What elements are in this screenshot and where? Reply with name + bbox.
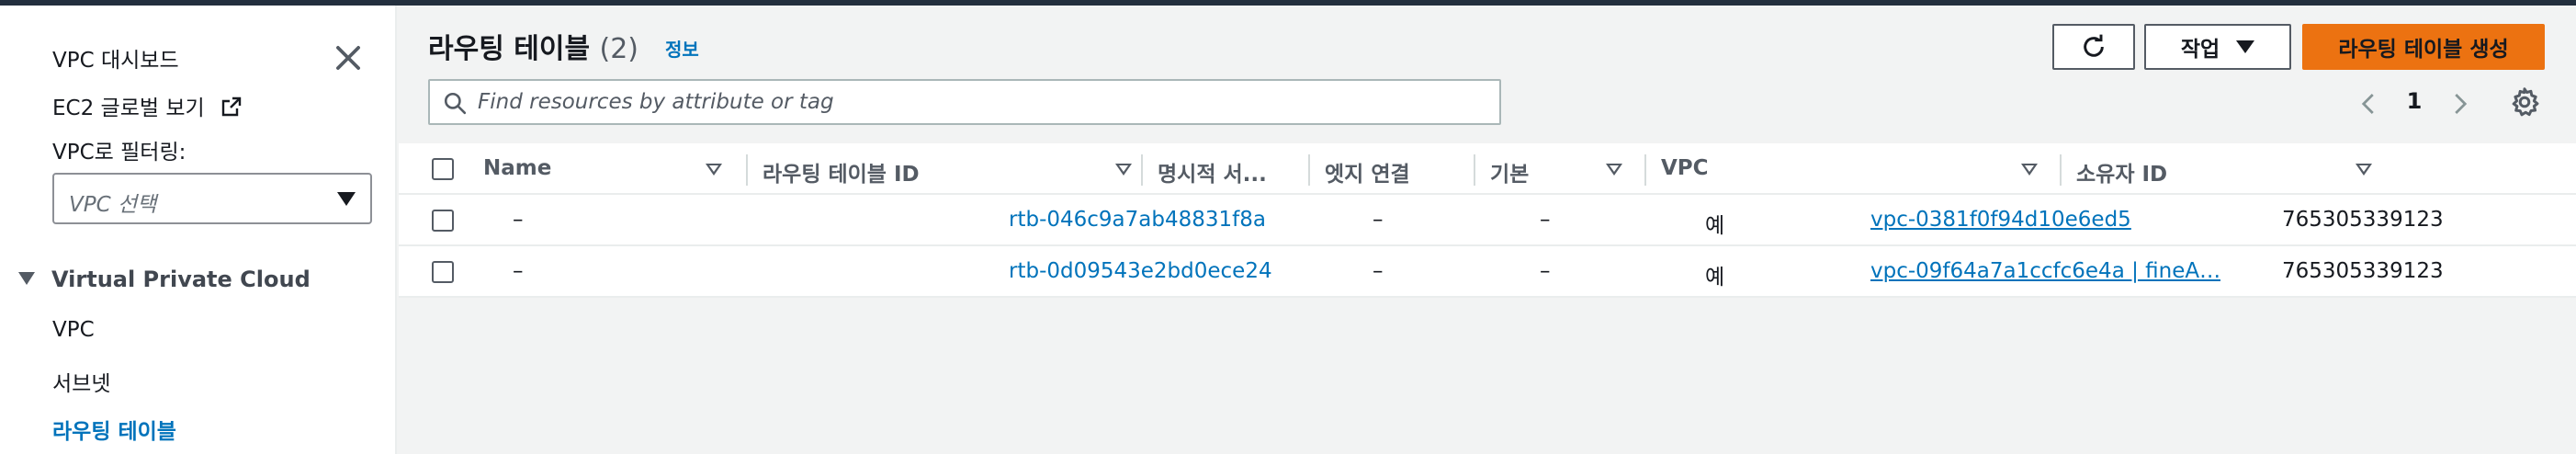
search-field[interactable] <box>428 79 1501 125</box>
row-checkbox[interactable] <box>432 210 454 232</box>
column-header-label: 엣지 연결 <box>1325 163 1410 187</box>
column-header-label: 명시적 서... <box>1158 163 1267 187</box>
search-icon <box>444 92 467 115</box>
cell-edge-association: – <box>1540 208 1551 232</box>
page-title-count: (2) <box>599 33 639 65</box>
vpc-filter-placeholder: VPC 선택 <box>69 193 157 217</box>
refresh-icon <box>2084 34 2104 57</box>
column-header-owner-id[interactable]: 소유자 ID <box>2062 143 2385 195</box>
sort-icon[interactable] <box>2356 164 2372 176</box>
column-header-label: 소유자 ID <box>2076 163 2168 187</box>
table-row[interactable]: – rtb-046c9a7ab48831f8a – – 예 vpc-0381f0… <box>399 195 2576 246</box>
chevron-left-icon[interactable] <box>2356 88 2383 119</box>
route-tables-table: Name 라우팅 테이블 ID 명시적 서... 엣지 연결 기본 VPC 소유… <box>399 143 2576 298</box>
cell-route-table-id[interactable]: rtb-0d09543e2bd0ece24 <box>1009 259 1272 283</box>
sidebar-item-subnets[interactable]: 서브넷 <box>52 366 110 397</box>
section-title: Virtual Private Cloud <box>51 267 311 292</box>
cell-vpc[interactable]: vpc-0381f0f94d10e6ed5 <box>1870 208 2131 232</box>
cell-main: 예 <box>1705 266 1725 289</box>
column-header-edge-association[interactable]: 엣지 연결 <box>1310 143 1475 195</box>
column-header-divider-wrap <box>748 143 1143 195</box>
column-header-name[interactable]: Name <box>469 143 748 195</box>
gear-icon[interactable] <box>2508 85 2541 119</box>
cell-name: – <box>513 208 524 232</box>
column-header-label: VPC <box>1661 156 1709 180</box>
column-header-explicit-subnet[interactable]: 명시적 서... <box>1143 143 1310 195</box>
cell-route-table-id[interactable]: rtb-046c9a7ab48831f8a <box>1009 208 1266 232</box>
column-header-label: Name <box>483 156 552 180</box>
vpc-filter-label: VPC로 필터링: <box>52 141 186 165</box>
cell-explicit-subnet: – <box>1373 259 1384 283</box>
pagination-current-page[interactable]: 1 <box>2405 88 2423 114</box>
external-link-icon <box>221 96 242 117</box>
cell-owner-id: 765305339123 <box>2282 208 2444 232</box>
search-input[interactable] <box>478 88 1488 116</box>
cell-vpc[interactable]: vpc-09f64a7a1ccfc6e4a | fineA… <box>1870 259 2220 283</box>
cell-explicit-subnet: – <box>1373 208 1384 232</box>
sort-icon[interactable] <box>1606 164 1622 176</box>
cell-owner-id: 765305339123 <box>2282 259 2444 283</box>
info-link[interactable]: 정보 <box>665 35 699 62</box>
column-header-vpc[interactable]: VPC <box>1646 143 2062 195</box>
page-title-text: 라우팅 테이블 <box>428 33 591 65</box>
row-checkbox[interactable] <box>432 261 454 283</box>
table-header-row: Name 라우팅 테이블 ID 명시적 서... 엣지 연결 기본 VPC 소유… <box>399 143 2576 195</box>
sort-icon[interactable] <box>2021 164 2038 176</box>
sidebar-item-ec2-global-view-label: EC2 글로벌 보기 <box>52 96 205 120</box>
page-title: 라우팅 테이블 (2) <box>428 26 638 66</box>
close-icon[interactable] <box>331 40 366 75</box>
sort-icon[interactable] <box>706 164 722 176</box>
actions-button-label: 작업 <box>2180 38 2220 62</box>
vpc-filter-select[interactable]: VPC 선택 <box>52 173 372 224</box>
caret-down-icon <box>18 272 35 285</box>
cell-name: – <box>513 259 524 283</box>
chevron-right-icon[interactable] <box>2446 88 2473 119</box>
actions-button[interactable]: 작업 <box>2144 24 2291 70</box>
sidebar-item-route-tables[interactable]: 라우팅 테이블 <box>52 414 176 445</box>
cell-edge-association: – <box>1540 259 1551 283</box>
sidebar-item-ec2-global-view[interactable]: EC2 글로벌 보기 <box>52 90 243 121</box>
column-header-label: 기본 <box>1490 163 1530 187</box>
caret-down-icon <box>337 192 356 206</box>
cell-main: 예 <box>1705 214 1725 238</box>
create-route-table-label: 라우팅 테이블 생성 <box>2338 38 2509 62</box>
caret-down-icon <box>2236 40 2255 53</box>
select-all-checkbox[interactable] <box>432 158 454 180</box>
column-header-main[interactable]: 기본 <box>1475 143 1646 195</box>
create-route-table-button[interactable]: 라우팅 테이블 생성 <box>2302 24 2545 70</box>
sidebar-item-vpc[interactable]: VPC <box>52 318 95 342</box>
side-navigation: VPC 대시보드 EC2 글로벌 보기 VPC로 필터링: VPC 선택 Vir… <box>0 6 397 454</box>
section-virtual-private-cloud[interactable]: Virtual Private Cloud <box>18 267 311 292</box>
table-row[interactable]: – rtb-0d09543e2bd0ece24 – – 예 vpc-09f64a… <box>399 246 2576 298</box>
sidebar-item-vpc-dashboard[interactable]: VPC 대시보드 <box>52 42 179 74</box>
refresh-button[interactable] <box>2052 24 2135 70</box>
